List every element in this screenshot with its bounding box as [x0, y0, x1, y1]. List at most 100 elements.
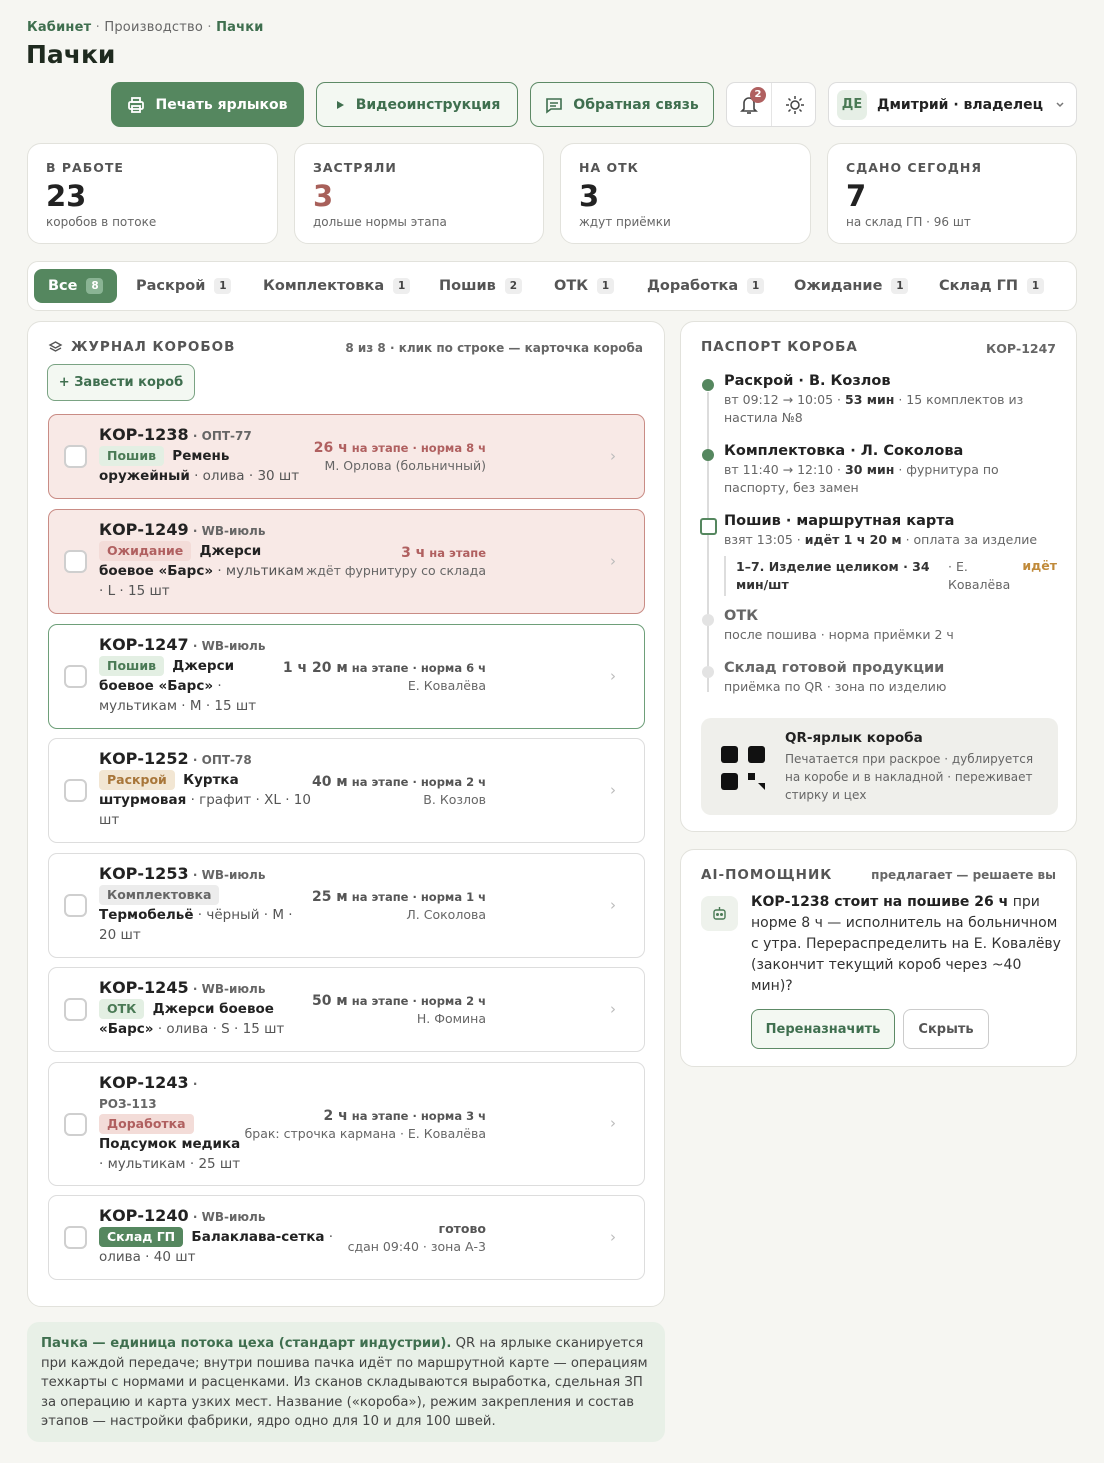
- layers-icon: [48, 340, 63, 352]
- stat-card-delivered: СДАНО СЕГОДНЯ 7 на склад ГП · 96 шт: [827, 143, 1077, 244]
- row-info: КОР-1249 · WB-июль Ожидание Джерси боево…: [99, 520, 309, 601]
- row-checkbox[interactable]: [64, 1226, 87, 1249]
- header-icon-group: 2: [726, 82, 816, 127]
- step-pending-dot: [702, 614, 714, 626]
- tab-all[interactable]: Все 8: [34, 269, 118, 303]
- row-checkbox[interactable]: [64, 779, 87, 802]
- step-current-marker: [700, 518, 717, 535]
- reassign-button[interactable]: Переназначить: [751, 1009, 895, 1049]
- row-checkbox[interactable]: [64, 998, 87, 1021]
- stat-label: ЗАСТРЯЛИ: [313, 160, 397, 175]
- row-checkbox[interactable]: [64, 550, 87, 573]
- row-checkbox[interactable]: [64, 445, 87, 468]
- add-box-button[interactable]: + Завести короб: [47, 364, 195, 401]
- tab-rework[interactable]: Доработка 1: [647, 269, 765, 303]
- row-checkbox[interactable]: [64, 665, 87, 688]
- stage-norm: на этапе · норма 1 ч: [347, 890, 486, 904]
- print-labels-button[interactable]: Печать ярлыков: [111, 82, 304, 127]
- hide-button[interactable]: Скрыть: [903, 1009, 989, 1049]
- step-detail: приёмка по QR · зона по изделию: [724, 679, 947, 694]
- chevron-right-icon: ›: [610, 1228, 616, 1246]
- tab-count: 2: [504, 278, 522, 294]
- tab-sewing[interactable]: Пошив 2: [439, 269, 522, 303]
- stage-time: 1 ч 20 м: [282, 660, 348, 676]
- assignee: Л. Соколова: [406, 907, 486, 922]
- journal-title: ЖУРНАЛ КОРОБОВ: [71, 339, 236, 355]
- assignee: брак: строчка кармана · Е. Ковалёва: [244, 1126, 486, 1141]
- stage-time: 50 м: [311, 993, 348, 1009]
- row-status: 1 ч 20 м на этапе · норма 6 ч Е. Ковалёв…: [283, 659, 486, 695]
- tab-label: ОТК: [554, 278, 589, 294]
- box-source: · WB-июль: [192, 639, 266, 653]
- stage-norm: на этапе · норма 8 ч: [347, 441, 486, 455]
- tab-kitting[interactable]: Комплектовка 1: [263, 269, 411, 303]
- table-row[interactable]: КОР-1245 · WB-июль ОТК Джерси боевое «Ба…: [48, 967, 645, 1052]
- stage-norm: на этапе · норма 2 ч: [347, 775, 486, 789]
- breadcrumb-current: Пачки: [216, 20, 264, 35]
- assignee: М. Орлова (больничный): [324, 458, 486, 473]
- table-row[interactable]: КОР-1249 · WB-июль Ожидание Джерси боево…: [48, 509, 645, 614]
- box-source: · WB-июль: [192, 868, 266, 882]
- breadcrumb-mid[interactable]: Производство: [104, 20, 203, 35]
- stat-label: НА ОТК: [579, 160, 639, 175]
- stage-badge: Раскрой: [99, 770, 175, 790]
- row-status: 40 м на этапе · норма 2 ч В. Козлов: [312, 773, 486, 809]
- ai-title: AI-ПОМОЩНИК: [701, 867, 833, 883]
- chevron-right-icon: ›: [610, 667, 616, 685]
- user-menu[interactable]: ДЕ Дмитрий · владелец: [828, 82, 1077, 127]
- message-icon: [546, 97, 563, 114]
- chevron-right-icon: ›: [610, 1114, 616, 1132]
- tab-label: Склад ГП: [939, 278, 1019, 294]
- feedback-label: Обратная связь: [573, 96, 699, 113]
- step-detail: после пошива · норма приёмки 2 ч: [724, 627, 954, 642]
- step-title: Пошив · маршрутная карта: [724, 513, 955, 529]
- stat-card-stuck: ЗАСТРЯЛИ 3 дольше нормы этапа: [294, 143, 544, 244]
- tab-qc[interactable]: ОТК 1: [554, 269, 615, 303]
- tab-label: Доработка: [647, 278, 739, 294]
- stat-card-qc: НА ОТК 3 ждут приёмки: [560, 143, 811, 244]
- breadcrumb-root[interactable]: Кабинет: [27, 20, 91, 35]
- row-info: КОР-1252 · ОПТ-78 Раскрой Куртка штурмов…: [99, 749, 314, 830]
- stage-badge: Пошив: [99, 446, 164, 466]
- tab-warehouse[interactable]: Склад ГП 1: [939, 269, 1045, 303]
- row-checkbox[interactable]: [64, 1113, 87, 1136]
- table-row[interactable]: КОР-1240 · WB-июль Склад ГП Балаклава-се…: [48, 1195, 645, 1280]
- avatar: ДЕ: [837, 89, 867, 120]
- theme-toggle-button[interactable]: [772, 83, 817, 126]
- step-done-dot: [702, 449, 714, 461]
- chevron-right-icon: ›: [610, 781, 616, 799]
- box-id: КОР-1249: [99, 520, 189, 539]
- table-row[interactable]: КОР-1247 · WB-июль Пошив Джерси боевое «…: [48, 624, 645, 729]
- step-title: ОТК: [724, 608, 759, 624]
- step-title: Склад готовой продукции: [724, 660, 945, 676]
- row-info: КОР-1253 · WB-июль Комплектовка Термобел…: [99, 864, 314, 945]
- operation-status: идёт: [1022, 558, 1057, 573]
- notifications-button[interactable]: 2: [727, 83, 772, 126]
- step-detail: вт 09:12 → 10:05 · 53 мин · 15 комплекто…: [724, 392, 1024, 425]
- tab-label: Все: [48, 278, 78, 294]
- stat-value: 3: [579, 179, 600, 213]
- feedback-button[interactable]: Обратная связь: [530, 82, 714, 127]
- journal-info: 8 из 8 · клик по строке — карточка короб…: [345, 341, 643, 355]
- tab-waiting[interactable]: Ожидание 1: [794, 269, 909, 303]
- row-info: КОР-1245 · WB-июль ОТК Джерси боевое «Ба…: [99, 978, 299, 1039]
- chevron-right-icon: ›: [610, 447, 616, 465]
- step-done-dot: [702, 379, 714, 391]
- table-row[interactable]: КОР-1253 · WB-июль Комплектовка Термобел…: [48, 853, 645, 958]
- timeline-step: ОТК после пошива · норма приёмки 2 ч: [724, 608, 1064, 644]
- table-row[interactable]: КОР-1252 · ОПТ-78 Раскрой Куртка штурмов…: [48, 738, 645, 843]
- box-id: КОР-1253: [99, 864, 189, 883]
- table-row[interactable]: КОР-1243 · РОЗ-113 Доработка Подсумок ме…: [48, 1062, 645, 1186]
- page-title: Пачки: [26, 40, 116, 69]
- table-row[interactable]: КОР-1238 · ОПТ-77 Пошив Ремень оружейный…: [48, 414, 645, 499]
- robot-icon: [713, 907, 726, 920]
- box-passport-panel: ПАСПОРТ КОРОБА КОР-1247 Раскрой · В. Коз…: [680, 321, 1077, 832]
- row-checkbox[interactable]: [64, 894, 87, 917]
- assignee: сдан 09:40 · зона А-3: [347, 1239, 486, 1254]
- box-id: КОР-1245: [99, 978, 189, 997]
- tab-count: 1: [214, 278, 232, 294]
- timeline-line: [707, 392, 709, 692]
- box-id: КОР-1238: [99, 425, 189, 444]
- tab-cutting[interactable]: Раскрой 1: [136, 269, 232, 303]
- video-guide-button[interactable]: Видеоинструкция: [316, 82, 518, 127]
